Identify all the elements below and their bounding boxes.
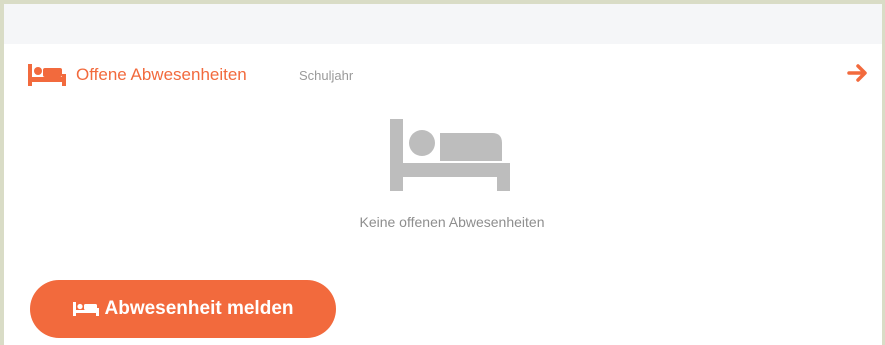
empty-state-message: Keine offenen Abwesenheiten [359, 214, 545, 230]
bed-icon [390, 119, 510, 191]
report-absence-button[interactable]: Abwesenheit melden [30, 280, 336, 338]
bed-icon [28, 64, 66, 86]
top-bar [4, 4, 885, 44]
report-absence-label: Abwesenheit melden [104, 298, 294, 319]
arrow-right-icon[interactable] [846, 61, 870, 85]
bed-icon [72, 302, 99, 316]
widget-header: Offene Abwesenheiten Schuljahr [4, 44, 885, 104]
absences-widget: Offene Abwesenheiten Schuljahr Keine off… [4, 4, 885, 345]
widget-title[interactable]: Offene Abwesenheiten [76, 65, 247, 85]
school-year-filter[interactable]: Schuljahr [299, 68, 353, 84]
